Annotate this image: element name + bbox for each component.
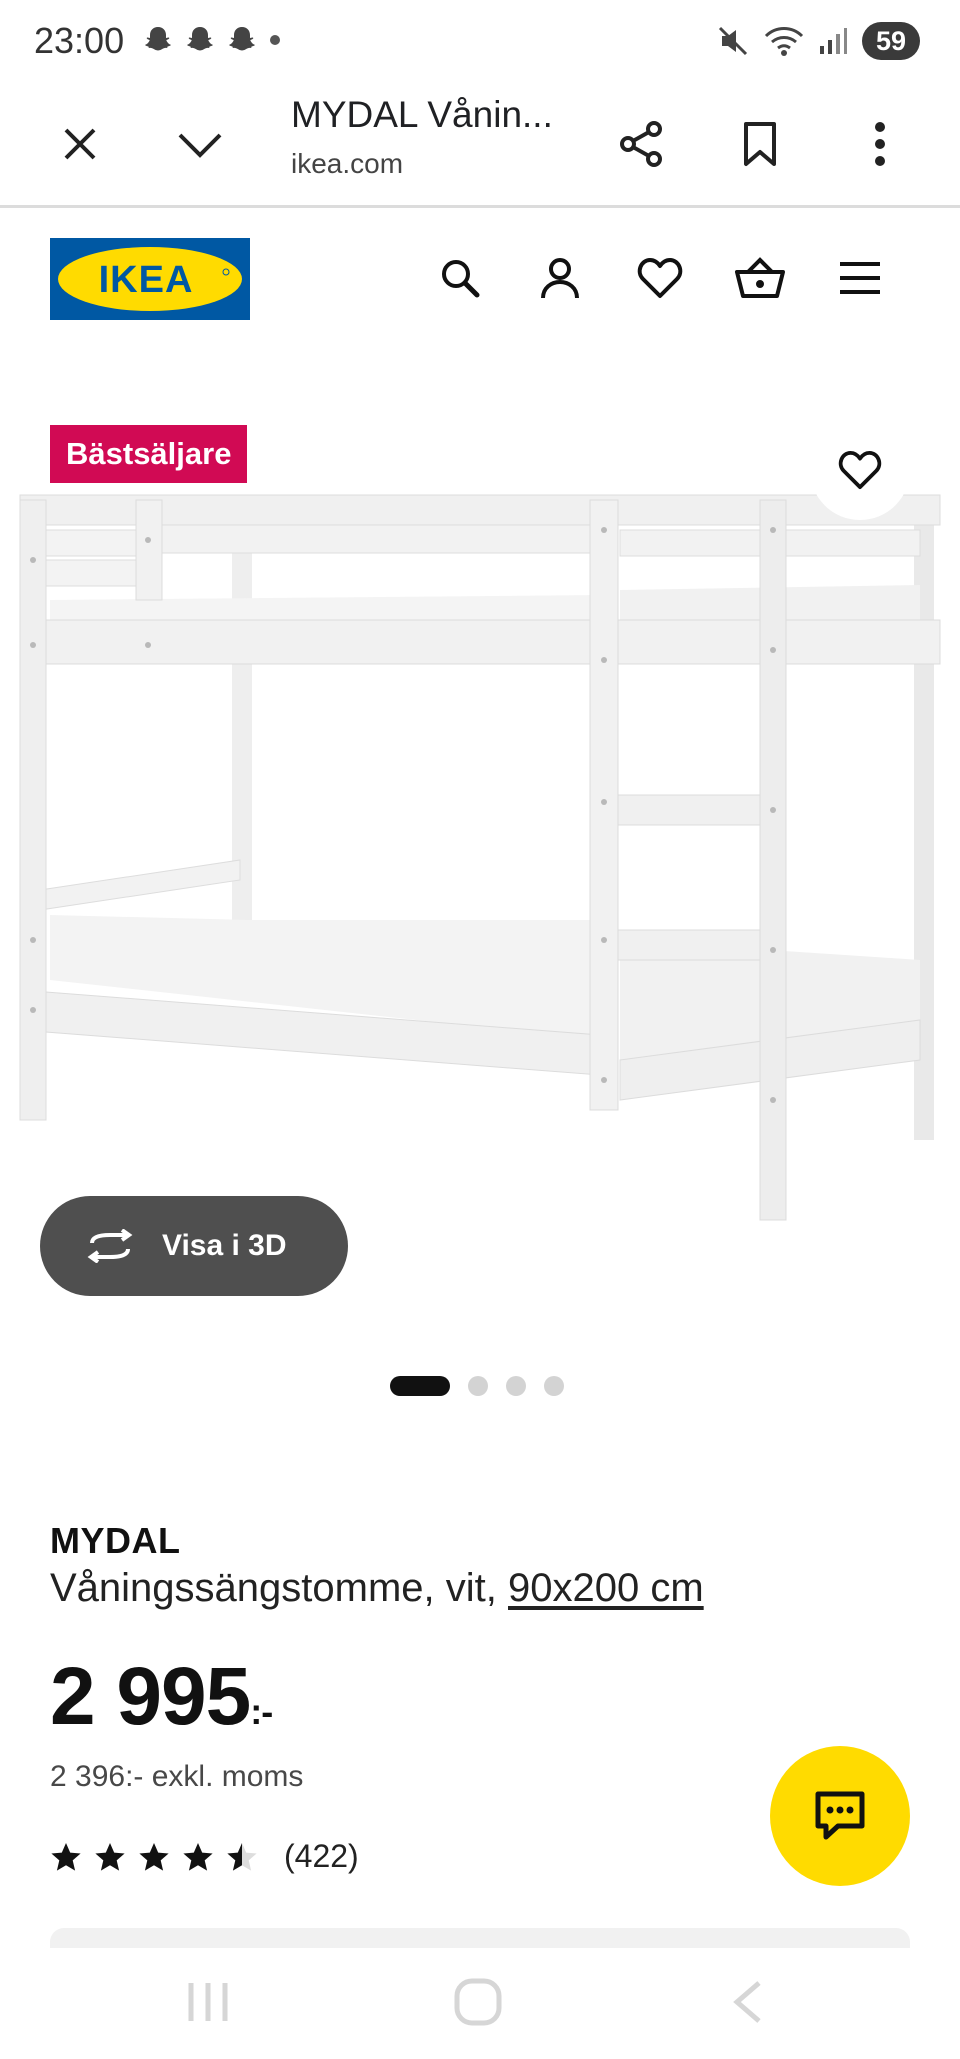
star-icon [51,1842,81,1871]
dot-icon [270,35,280,45]
mute-icon [718,26,748,56]
share-icon [620,121,662,167]
recent-apps-button[interactable] [173,1972,243,2032]
browser-toolbar: MYDAL Vånin... ikea.com [0,80,960,208]
page-title[interactable]: MYDAL Vånin... [291,94,553,136]
ikea-logo[interactable]: IKEA [50,238,250,320]
rotate-3d-icon [87,1229,133,1263]
basket-icon [735,257,785,298]
product-name: MYDAL [50,1520,181,1561]
page-domain[interactable]: ikea.com [291,148,403,180]
site-header: IKEA [0,210,960,350]
carousel-dot-2[interactable] [468,1376,488,1396]
more-options-button[interactable] [840,104,920,184]
signal-icon [820,28,847,54]
review-count: (422) [284,1838,359,1874]
snapchat-icon [187,27,213,51]
carousel-dot-3[interactable] [506,1376,526,1396]
menu-icon [840,262,880,294]
add-to-favourites-button[interactable] [810,420,910,520]
product-price: 2 995:- [50,1650,273,1744]
battery-indicator: 59 [862,22,920,60]
notification-icons [142,24,282,56]
chat-button[interactable] [770,1746,910,1886]
view-3d-button[interactable]: Visa i 3D [40,1196,348,1296]
share-button[interactable] [601,104,681,184]
menu-button[interactable] [830,248,890,308]
star-icon [95,1842,125,1871]
heart-icon [637,258,683,298]
price-excl-vat: 2 396:- exkl. moms [50,1760,304,1793]
more-vertical-icon [875,122,885,166]
carousel-dot-1[interactable] [390,1376,450,1396]
close-icon [64,128,96,160]
chat-icon [815,1791,865,1840]
product-rating[interactable]: (422) [50,1838,359,1875]
system-nav-bar [0,1948,960,2059]
chevron-down-icon [178,133,222,158]
product-type: Våningssängstomme, vit, [50,1566,508,1610]
bookmark-button[interactable] [720,104,800,184]
back-icon [733,1981,761,2023]
heart-icon [838,450,882,490]
home-icon [454,1978,502,2026]
home-button[interactable] [443,1972,513,2032]
minimize-button[interactable] [160,104,240,184]
star-icon [183,1842,213,1871]
status-right: 59 [716,22,920,60]
star-icon [139,1842,169,1871]
bestseller-badge: Bästsäljare [50,425,248,483]
snapchat-icon [145,27,171,51]
account-icon [541,258,579,299]
price-value: 2 995 [50,1651,251,1742]
product-description: Våningssängstomme, vit, 90x200 cm [50,1566,704,1611]
price-suffix: :- [250,1691,273,1732]
search-icon [442,260,480,298]
wifi-icon [764,27,804,56]
recent-apps-icon [188,1983,228,2021]
image-carousel-indicator [390,1376,564,1396]
next-section-card [50,1928,910,1948]
carousel-dot-4[interactable] [544,1376,564,1396]
basket-button[interactable] [730,248,790,308]
favourites-button[interactable] [630,248,690,308]
status-bar: 23:00 59 [0,0,960,80]
back-button[interactable] [713,1972,783,2032]
account-button[interactable] [530,248,590,308]
search-button[interactable] [430,248,490,308]
svg-text:IKEA: IKEA [99,259,194,301]
bookmark-icon [744,122,776,166]
snapchat-icon [229,27,255,51]
close-tab-button[interactable] [40,104,120,184]
product-size-link[interactable]: 90x200 cm [508,1566,704,1610]
star-half-icon [227,1842,257,1871]
view-3d-label: Visa i 3D [162,1229,287,1262]
status-time: 23:00 [34,20,125,61]
